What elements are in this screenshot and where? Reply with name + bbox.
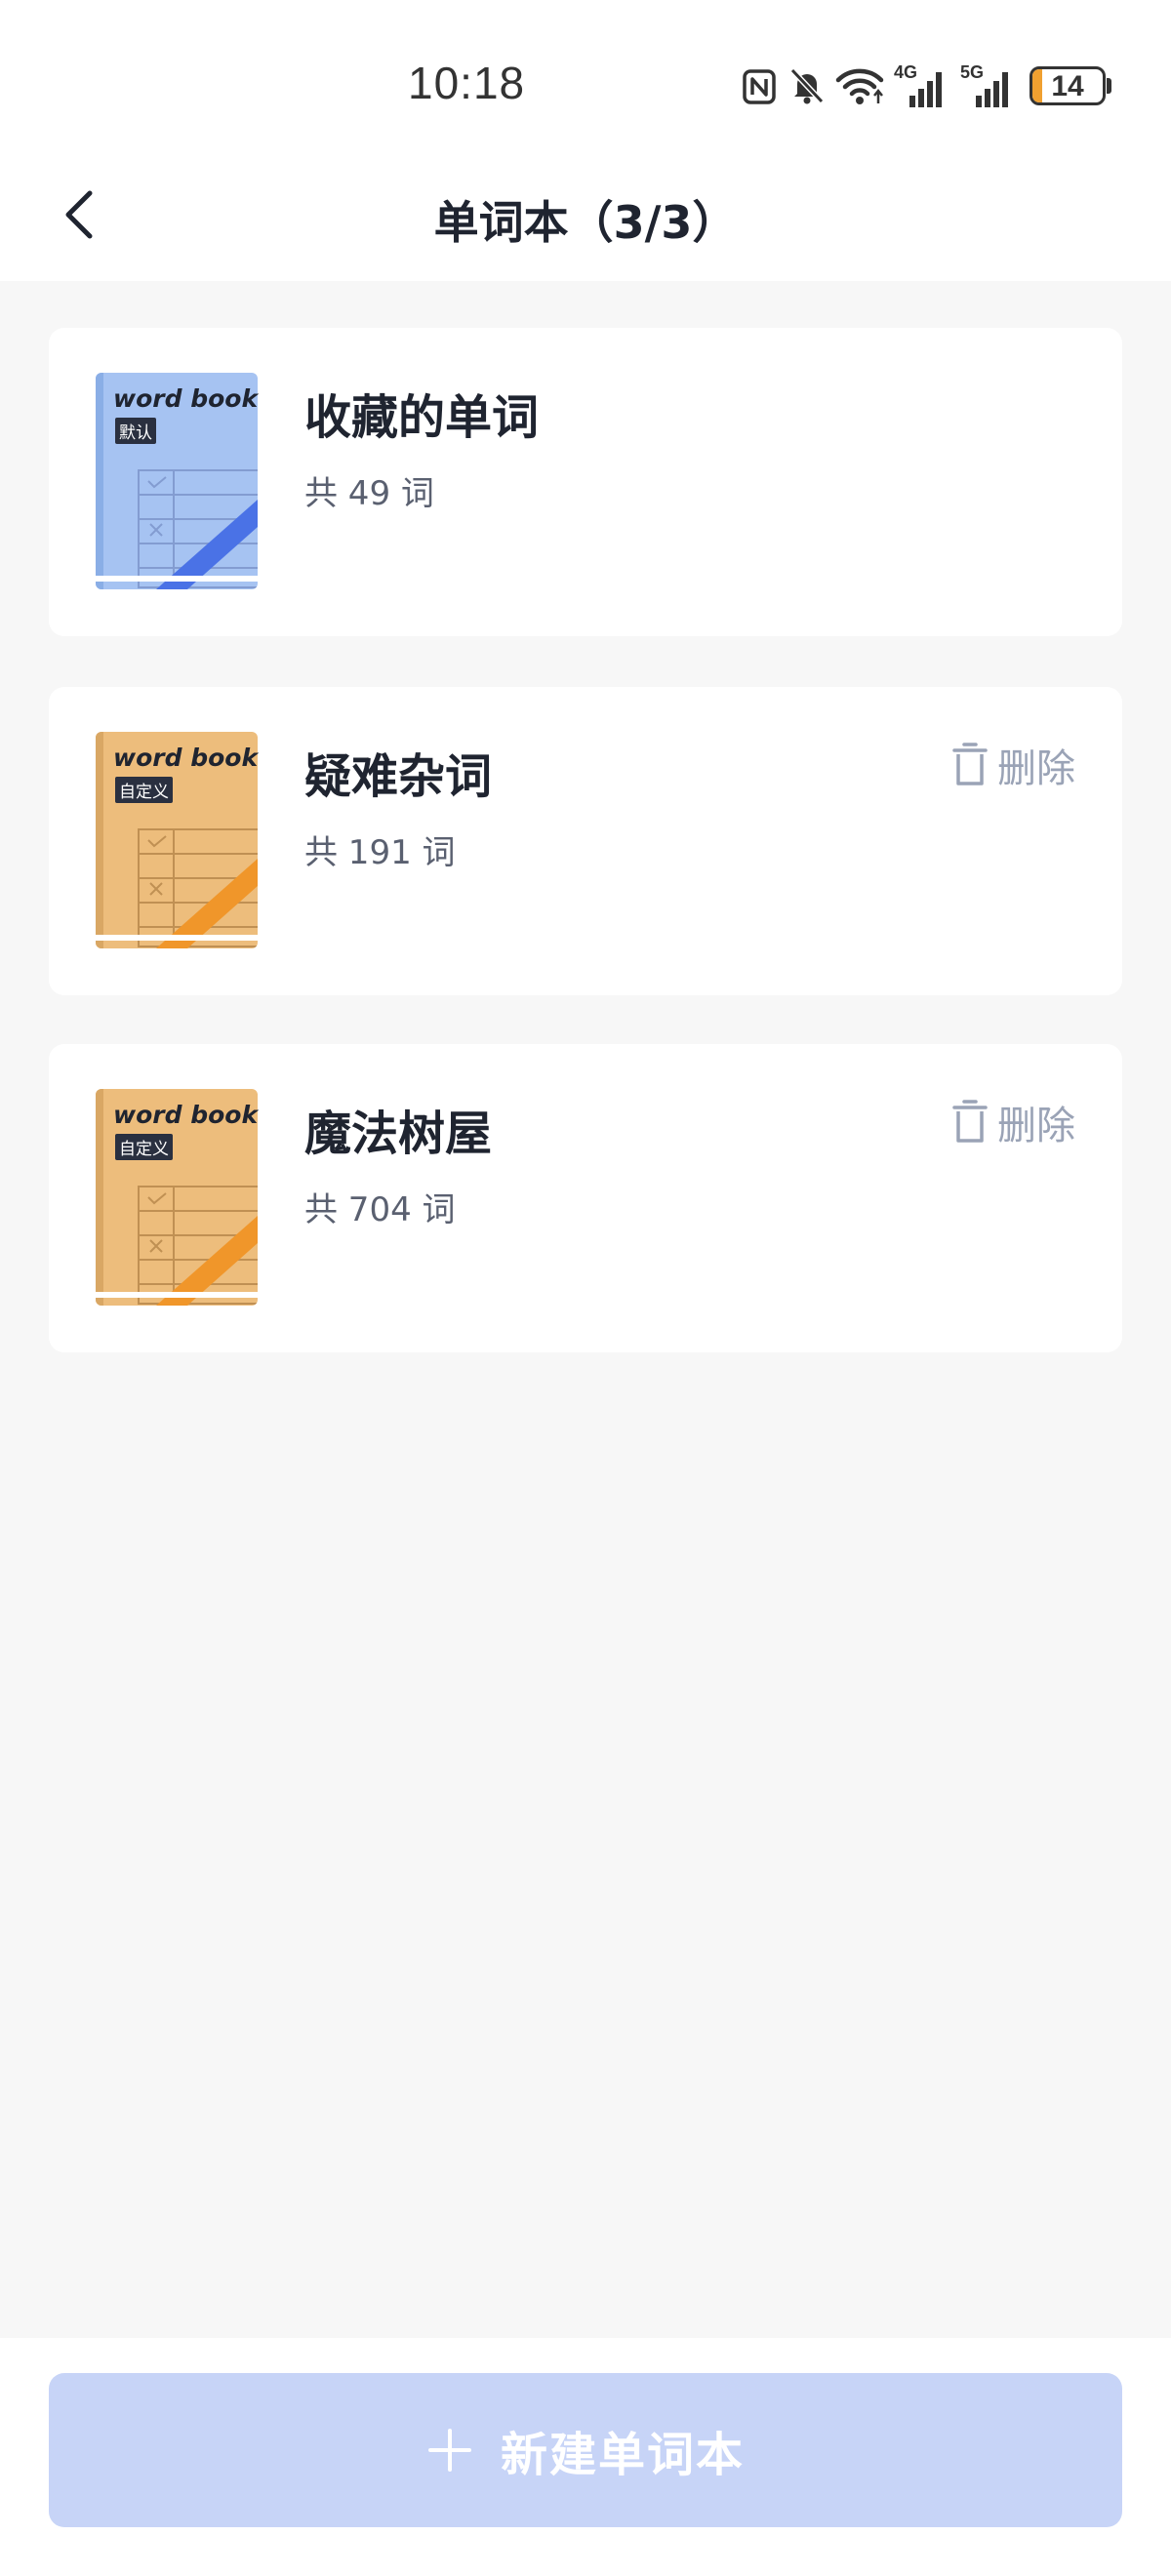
delete-label: 删除 [997, 746, 1075, 791]
wordbook-word-count: 共 191 词 [304, 833, 456, 872]
delete-wordbook-button[interactable]: 删除 [950, 738, 1075, 792]
battery-cap [1107, 78, 1111, 94]
wordbook-card[interactable]: word book 默认 收藏的单词共 49 词 [49, 328, 1122, 636]
delete-wordbook-button[interactable]: 删除 [950, 1095, 1075, 1149]
wordbook-cover-title: word book [113, 384, 259, 413]
signal-5g-icon [976, 72, 1008, 107]
bottom-bar: 新建单词本 [0, 2338, 1171, 2576]
bell-muted-icon [789, 67, 825, 104]
create-wordbook-button[interactable]: 新建单词本 [49, 2373, 1122, 2527]
nfc-icon [743, 69, 776, 104]
wordbook-word-count: 共 704 词 [304, 1190, 456, 1229]
status-time: 10:18 [408, 58, 526, 108]
wordbook-cover-tag: 自定义 [115, 1134, 173, 1160]
wordbook-cover-tag: 默认 [115, 418, 156, 444]
wordbook-title: 魔法树屋 [304, 1107, 493, 1161]
wordbook-title: 收藏的单词 [304, 390, 540, 445]
trash-icon [952, 1100, 988, 1143]
top-bar: 10:18 4G 5G 14 单词本（3/3） [0, 0, 1171, 281]
wordbook-card[interactable]: word book 自定义 疑难杂词共 191 词 删除 [49, 687, 1122, 995]
delete-label: 删除 [997, 1104, 1075, 1148]
signal-4g-icon [909, 72, 942, 107]
battery-icon: 14 [1030, 66, 1106, 105]
battery-level-text: 14 [1051, 70, 1084, 102]
wordbook-word-count: 共 49 词 [304, 474, 434, 513]
wordbook-card[interactable]: word book 自定义 魔法树屋共 704 词 删除 [49, 1044, 1122, 1352]
wordbook-cover-title: word book [113, 1101, 259, 1129]
wifi-icon [835, 68, 884, 104]
page-title: 单词本（3/3） [433, 196, 738, 249]
plus-icon [427, 2429, 471, 2472]
wordbook-cover-title: word book [113, 744, 259, 772]
create-wordbook-label: 新建单词本 [500, 2428, 745, 2482]
wordbook-cover-tag: 自定义 [115, 777, 173, 803]
wordbook-title: 疑难杂词 [304, 749, 493, 804]
status-icons: 4G 5G 14 [742, 62, 1112, 111]
trash-icon [952, 743, 988, 785]
